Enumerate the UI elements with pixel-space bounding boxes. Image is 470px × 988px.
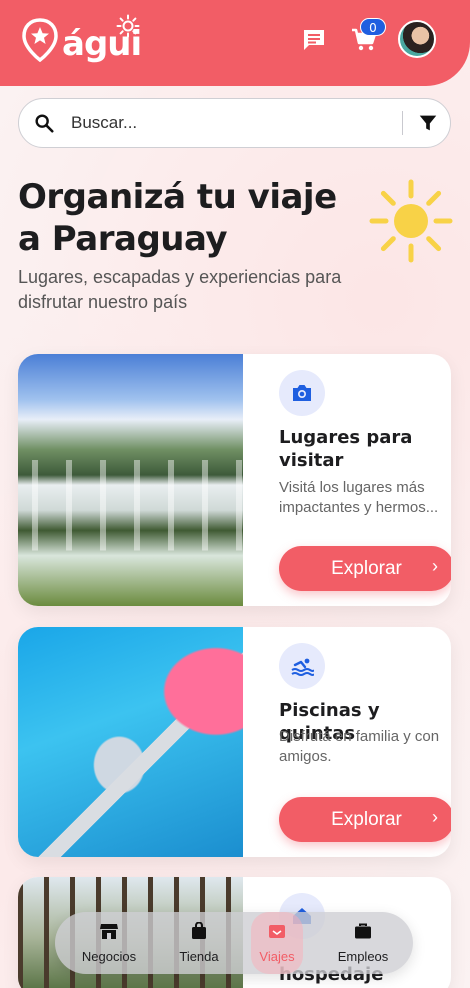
card-body: Piscinas y quintas Disfrutá en familia y… — [261, 627, 451, 857]
category-card-piscinas[interactable]: Piscinas y quintas Disfrutá en familia y… — [18, 627, 451, 857]
chevron-right-icon: › — [432, 807, 438, 827]
search-icon[interactable] — [33, 112, 55, 134]
store-icon — [100, 924, 118, 939]
nav-item-viajes[interactable]: Viajes — [237, 912, 317, 974]
nav-item-tienda[interactable]: Tienda — [159, 922, 239, 965]
app-logo[interactable]: águi — [22, 14, 152, 68]
pool-image — [18, 627, 243, 857]
card-icon-badge — [279, 643, 325, 689]
nav-label: Viajes — [259, 949, 295, 964]
page-subtitle: Lugares, escapadas y experiencias para d… — [18, 267, 342, 312]
card-icon-badge — [279, 370, 325, 416]
page-title: Organizá tu viaje a Paraguay — [18, 177, 337, 259]
bottom-navigation: Negocios Tienda Viajes Empleos — [55, 912, 413, 974]
user-avatar[interactable] — [398, 20, 436, 58]
chat-icon[interactable] — [300, 26, 328, 54]
card-description: Disfrutá en familia y con amigos. — [279, 728, 440, 765]
search-divider — [402, 111, 403, 135]
explore-button[interactable]: Explorar › — [279, 546, 451, 591]
swimming-icon — [291, 658, 314, 676]
nav-label: Tienda — [179, 949, 219, 964]
nav-label: Negocios — [81, 949, 137, 964]
waterfall-image — [18, 354, 243, 606]
category-card-lugares[interactable]: Lugares para visitar Visitá los lugares … — [18, 354, 451, 606]
filter-icon[interactable] — [417, 112, 439, 134]
nav-item-negocios[interactable]: Negocios — [69, 922, 149, 965]
chevron-right-icon: › — [432, 556, 438, 576]
location-pin-icon — [22, 18, 58, 62]
sun-icon — [116, 14, 140, 38]
card-description: Visitá los lugares más impactantes y her… — [279, 479, 439, 516]
briefcase-icon — [355, 923, 371, 939]
search-bar — [18, 98, 451, 148]
explore-button-label: Explorar — [331, 809, 402, 830]
search-input[interactable] — [71, 109, 391, 137]
nav-item-empleos[interactable]: Empleos — [323, 922, 403, 965]
cart-count-badge: 0 — [360, 18, 386, 36]
luggage-icon — [269, 925, 285, 938]
app-header: águi 0 — [0, 0, 470, 86]
camera-icon — [293, 385, 311, 401]
nav-label: Empleos — [337, 949, 389, 964]
card-body: Lugares para visitar Visitá los lugares … — [261, 354, 451, 606]
card-title: Lugares para visitar — [279, 427, 413, 471]
explore-button[interactable]: Explorar › — [279, 797, 451, 842]
shopping-bag-icon — [192, 922, 206, 939]
explore-button-label: Explorar — [331, 558, 402, 579]
sun-illustration-icon — [369, 179, 453, 263]
